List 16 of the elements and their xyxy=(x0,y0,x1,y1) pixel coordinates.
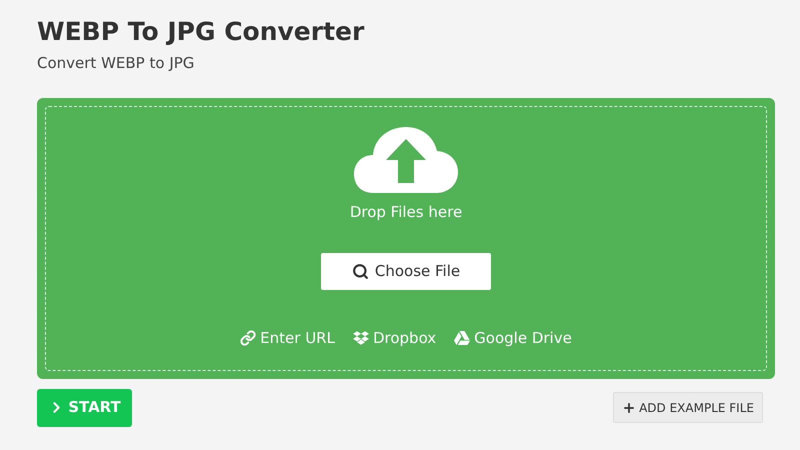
start-button[interactable]: START xyxy=(37,388,132,426)
add-example-button[interactable]: ADD EXAMPLE FILE xyxy=(613,392,763,423)
drop-zone[interactable]: Drop Files here Choose File Enter URL Dropbox Google Drive xyxy=(37,98,775,378)
source-link[interactable]: Dropbox xyxy=(352,327,436,350)
source-link[interactable]: Enter URL xyxy=(240,327,335,350)
link-icon xyxy=(240,330,256,346)
dropbox-icon xyxy=(352,330,369,346)
cloud-upload-icon xyxy=(354,126,458,192)
drop-prompt: Drop Files here xyxy=(350,202,462,222)
search-icon xyxy=(352,263,369,280)
source-link[interactable]: Google Drive xyxy=(454,327,572,350)
page-title: WEBP To JPG Converter xyxy=(37,16,366,48)
plus-icon xyxy=(622,400,636,414)
page-subtitle: Convert WEBP to JPG xyxy=(37,53,196,74)
choose-file-button[interactable]: Choose File xyxy=(321,253,491,290)
drive-icon xyxy=(454,330,470,346)
